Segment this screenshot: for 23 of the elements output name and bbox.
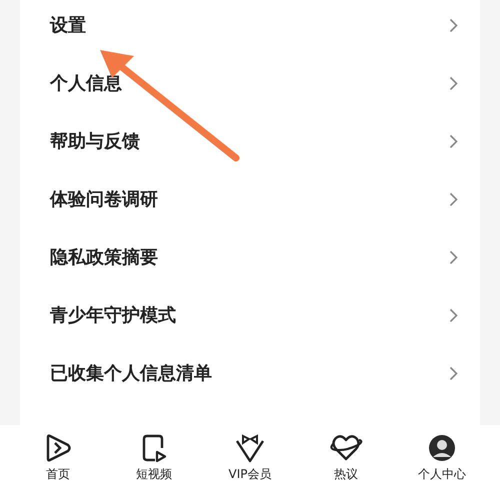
chevron-icon bbox=[449, 250, 458, 264]
menu-item[interactable]: 帮助与反馈 bbox=[20, 112, 480, 170]
menu-item[interactable]: 青少年守护模式 bbox=[20, 286, 480, 344]
chevron-icon bbox=[449, 76, 458, 90]
heart-planet-icon bbox=[328, 433, 364, 463]
menu-item[interactable]: 设置 bbox=[20, 0, 480, 54]
video-icon bbox=[141, 433, 167, 463]
tab-item[interactable]: 首页 bbox=[13, 425, 103, 491]
menu-item[interactable]: 个人信息 bbox=[20, 54, 480, 112]
tab-item[interactable]: 热议 bbox=[301, 425, 391, 491]
menu-item[interactable]: 体验问卷调研 bbox=[20, 170, 480, 228]
chevron-icon bbox=[449, 308, 458, 322]
avatar-icon bbox=[427, 433, 457, 463]
menu-item[interactable]: 隐私政策摘要 bbox=[20, 228, 480, 286]
chevron-icon bbox=[449, 366, 458, 380]
tab-item[interactable]: 短视频 bbox=[109, 425, 199, 491]
bowtie-icon bbox=[234, 433, 266, 463]
tab-item[interactable]: VIP会员 bbox=[205, 425, 295, 491]
chevron-icon bbox=[449, 192, 458, 206]
chevron-icon bbox=[449, 18, 458, 32]
menu-item[interactable]: 已收集个人信息清单 bbox=[20, 344, 480, 402]
chevron-icon bbox=[449, 134, 458, 148]
tab-item[interactable]: 个人中心 bbox=[397, 425, 487, 491]
